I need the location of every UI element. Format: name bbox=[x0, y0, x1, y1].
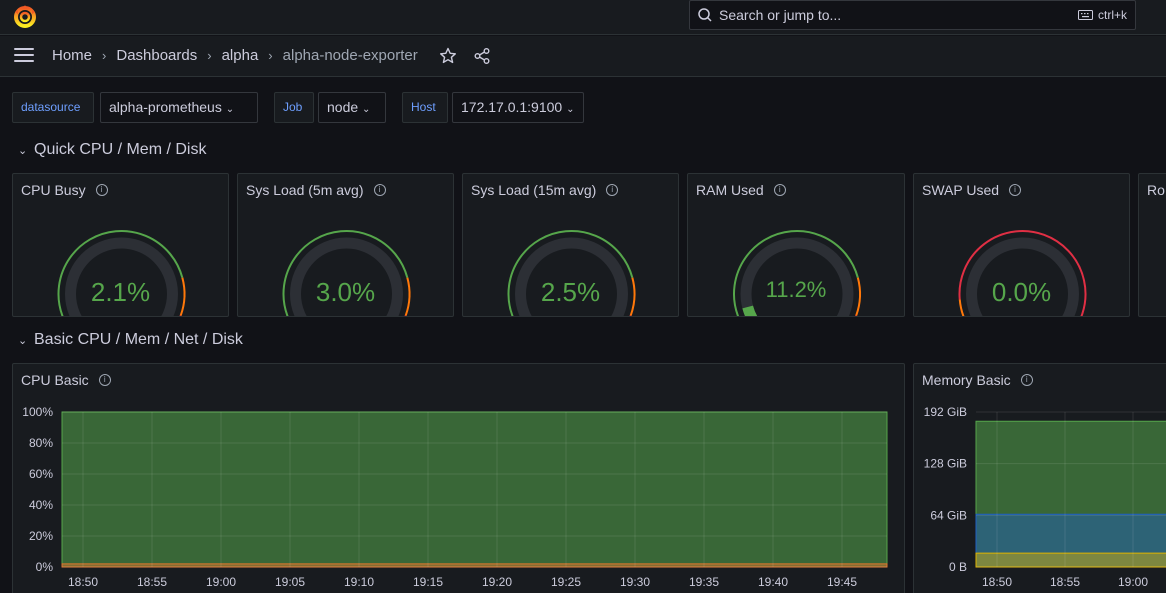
nav-bar: Home › Dashboards › alpha › alpha-node-e… bbox=[0, 36, 1166, 77]
gauge-panel-root-fs[interactable]: Ro bbox=[1138, 173, 1166, 317]
chevron-down-icon: ⌄ bbox=[18, 334, 28, 347]
x-tick-label: 19:35 bbox=[689, 575, 719, 589]
menu-icon[interactable] bbox=[14, 48, 34, 64]
row-basic-cpu[interactable]: ⌄ Basic CPU / Mem / Net / Disk bbox=[18, 331, 243, 349]
var-value-host: 172.17.0.1:9100 bbox=[461, 99, 563, 115]
gauge-panel-ram-used[interactable]: RAM Used i 11.2% bbox=[687, 173, 905, 317]
row-title: Basic CPU / Mem / Net / Disk bbox=[34, 331, 243, 348]
y-tick-label: 20% bbox=[29, 529, 53, 543]
x-tick-label: 19:10 bbox=[344, 575, 374, 589]
search-icon bbox=[698, 8, 712, 22]
breadcrumb: Home › Dashboards › alpha › alpha-node-e… bbox=[52, 47, 418, 64]
chevron-down-icon: ⌄ bbox=[362, 104, 371, 115]
memory-basic-panel[interactable]: Memory Basic i 192 GiB 128 GiB 64 GiB 0 B 18:… bbox=[913, 363, 1166, 593]
y-tick-label: 0 B bbox=[949, 560, 967, 574]
memory-basic-chart: 192 GiB 128 GiB 64 GiB 0 B 18:50 18:55 19:00 bbox=[924, 405, 1166, 589]
chevron-down-icon: ⌄ bbox=[566, 104, 575, 115]
panel-title-text: Ro bbox=[1147, 182, 1165, 198]
search-placeholder: Search or jump to... bbox=[719, 7, 842, 23]
star-icon[interactable] bbox=[437, 45, 459, 67]
y-tick-label: 128 GiB bbox=[924, 457, 967, 471]
cpu-basic-chart: 100% 80% 60% 40% 20% 0% 18:50 18:55 19:00 19:05 19… bbox=[22, 405, 888, 589]
x-tick-label: 19:25 bbox=[551, 575, 581, 589]
var-select-host[interactable]: 172.17.0.1:9100 ⌄ bbox=[452, 92, 584, 123]
gauge-panel-sys-load-15m[interactable]: Sys Load (15m avg) i 2.5% bbox=[462, 173, 679, 317]
top-bar: Search or jump to... ctrl+k bbox=[0, 0, 1166, 35]
row-quick-cpu[interactable]: ⌄ Quick CPU / Mem / Disk bbox=[18, 141, 206, 159]
gauge-value: 0.0% bbox=[991, 277, 1052, 307]
y-tick-label: 64 GiB bbox=[930, 508, 967, 522]
y-tick-label: 192 GiB bbox=[924, 405, 967, 419]
var-value-job: node bbox=[327, 99, 359, 115]
y-tick-label: 80% bbox=[29, 436, 53, 450]
x-tick-label: 19:00 bbox=[206, 575, 236, 589]
var-label-job: Job bbox=[274, 92, 314, 123]
breadcrumb-dashboard: alpha-node-exporter bbox=[282, 47, 418, 64]
row-title: Quick CPU / Mem / Disk bbox=[34, 141, 207, 158]
gauge-panel-swap-used[interactable]: SWAP Used i 0.0% bbox=[913, 173, 1130, 317]
chevron-down-icon: ⌄ bbox=[225, 104, 235, 115]
gauge-value: 2.5% bbox=[540, 277, 601, 307]
search-input[interactable]: Search or jump to... ctrl+k bbox=[689, 0, 1136, 30]
x-tick-label: 19:15 bbox=[413, 575, 443, 589]
var-label-datasource: datasource bbox=[12, 92, 94, 123]
var-value-datasource: alpha-prometheus bbox=[109, 99, 222, 115]
gauge-value: 2.1% bbox=[90, 277, 151, 307]
grafana-logo-icon[interactable] bbox=[12, 4, 38, 30]
gauge-panel-cpu-busy[interactable]: CPU Busy i 2.1% bbox=[12, 173, 229, 317]
y-tick-label: 40% bbox=[29, 498, 53, 512]
share-icon[interactable] bbox=[471, 45, 493, 67]
chevron-right-icon: › bbox=[207, 48, 212, 63]
x-tick-label: 19:45 bbox=[827, 575, 857, 589]
gauge-fill bbox=[742, 305, 758, 316]
search-shortcut: ctrl+k bbox=[1077, 8, 1127, 22]
x-tick-label: 19:00 bbox=[1118, 575, 1148, 589]
x-tick-label: 19:40 bbox=[758, 575, 788, 589]
y-tick-label: 0% bbox=[36, 560, 54, 574]
keyboard-icon bbox=[1077, 10, 1093, 20]
x-tick-label: 19:05 bbox=[275, 575, 305, 589]
x-tick-label: 18:55 bbox=[1050, 575, 1080, 589]
series-area bbox=[975, 552, 1166, 568]
chevron-right-icon: › bbox=[102, 48, 107, 63]
x-tick-label: 19:20 bbox=[482, 575, 512, 589]
var-select-job[interactable]: node ⌄ bbox=[318, 92, 386, 123]
x-tick-label: 18:55 bbox=[137, 575, 167, 589]
gauge-panel-sys-load-5m[interactable]: Sys Load (5m avg) i 3.0% bbox=[237, 173, 454, 317]
panel-title: Ro bbox=[1147, 182, 1165, 198]
x-tick-label: 18:50 bbox=[982, 575, 1012, 589]
gauge-value: 11.2% bbox=[765, 277, 827, 302]
gauge-value: 3.0% bbox=[315, 277, 376, 307]
shortcut-label: ctrl+k bbox=[1097, 8, 1127, 22]
breadcrumb-folder[interactable]: alpha bbox=[222, 47, 259, 64]
chevron-right-icon: › bbox=[268, 48, 273, 63]
cpu-basic-panel[interactable]: CPU Basic i 100% 80% 60% 40% 20% 0% 18:50 18:55 1… bbox=[12, 363, 905, 593]
var-label-host: Host bbox=[402, 92, 448, 123]
breadcrumb-home[interactable]: Home bbox=[52, 47, 92, 64]
var-select-datasource[interactable]: alpha-prometheus ⌄ bbox=[100, 92, 258, 123]
chevron-down-icon: ⌄ bbox=[18, 144, 28, 157]
y-tick-label: 100% bbox=[22, 405, 53, 419]
y-tick-label: 60% bbox=[29, 467, 53, 481]
series-area bbox=[61, 411, 888, 568]
x-tick-label: 19:30 bbox=[620, 575, 650, 589]
breadcrumb-dashboards[interactable]: Dashboards bbox=[116, 47, 197, 64]
x-tick-label: 18:50 bbox=[68, 575, 98, 589]
